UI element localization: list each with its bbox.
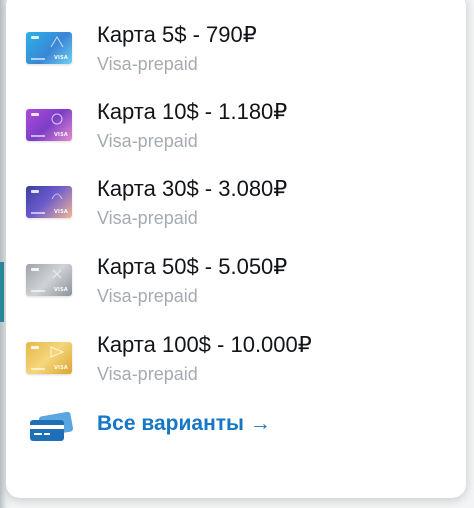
option-card-100[interactable]: VISA Карта 100$ - 10.000₽ Visa-prepaid	[6, 326, 466, 398]
option-card-5[interactable]: VISA Карта 5$ - 790₽ Visa-prepaid	[6, 16, 466, 88]
option-title: Карта 5$ - 790₽	[97, 22, 257, 47]
all-variants-link[interactable]: Все варианты →	[6, 406, 466, 446]
option-title: Карта 50$ - 5.050₽	[97, 254, 288, 279]
option-title: Карта 10$ - 1.180₽	[97, 99, 288, 124]
gold-card-icon: VISA	[26, 342, 72, 374]
purple-card-icon: VISA	[26, 109, 72, 141]
all-variants-label: Все варианты →	[97, 412, 271, 435]
option-title: Карта 100$ - 10.000₽	[97, 332, 312, 357]
card-options-dropdown: VISA Карта 5$ - 790₽ Visa-prepaid VISA К…	[6, 0, 466, 498]
backdrop-accent-strip	[0, 262, 4, 322]
option-card-50[interactable]: VISA Карта 50$ - 5.050₽ Visa-prepaid	[6, 248, 466, 320]
option-subtitle: Visa-prepaid	[97, 208, 198, 228]
option-subtitle: Visa-prepaid	[97, 286, 198, 306]
silver-card-icon: VISA	[26, 264, 72, 296]
violet-card-icon: VISA	[26, 186, 72, 218]
option-card-30[interactable]: VISA Карта 30$ - 3.080₽ Visa-prepaid	[6, 170, 466, 242]
option-subtitle: Visa-prepaid	[97, 54, 198, 74]
option-subtitle: Visa-prepaid	[97, 131, 198, 151]
option-title: Карта 30$ - 3.080₽	[97, 176, 288, 201]
option-card-10[interactable]: VISA Карта 10$ - 1.180₽ Visa-prepaid	[6, 93, 466, 165]
blue-card-icon: VISA	[26, 32, 72, 64]
cards-stack-icon	[30, 412, 74, 441]
option-subtitle: Visa-prepaid	[97, 364, 198, 384]
